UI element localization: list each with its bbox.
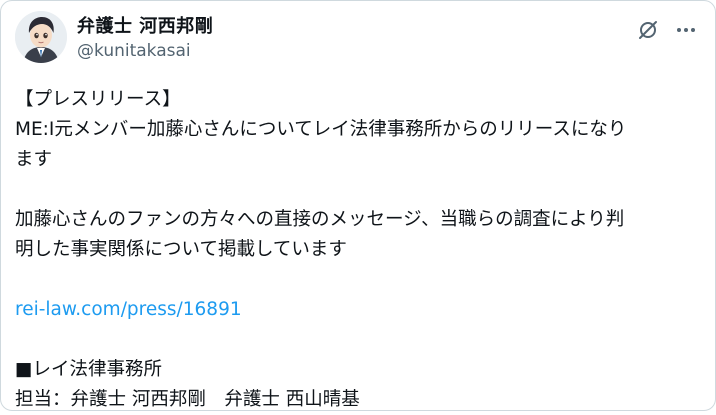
post-card: 弁護士 河西邦剛 @kunitakasai 【プレスリリース】 ME:I元メンバ…	[0, 0, 716, 411]
post-header: 弁護士 河西邦剛 @kunitakasai	[15, 11, 701, 67]
avatar[interactable]	[15, 11, 67, 63]
post-line: 明した事実関係について掲載しています	[15, 239, 347, 260]
more-options-button[interactable]	[671, 17, 701, 47]
author-display-name[interactable]: 弁護士 河西邦剛	[77, 15, 213, 39]
press-release-link[interactable]: rei-law.com/press/16891	[15, 299, 242, 320]
author-handle[interactable]: @kunitakasai	[77, 40, 213, 62]
mute-slash-icon	[636, 18, 660, 46]
post-line: ME:I元メンバー加藤心さんについてレイ法律事務所からのリリースになり	[15, 119, 627, 140]
post-title-line: 【プレスリリース】	[15, 89, 181, 110]
author-names: 弁護士 河西邦剛 @kunitakasai	[77, 15, 213, 62]
post-text: 【プレスリリース】 ME:I元メンバー加藤心さんについてレイ法律事務所からのリリ…	[15, 85, 703, 415]
more-dots-icon	[674, 18, 698, 46]
mute-button[interactable]	[633, 17, 663, 47]
post-line: 加藤心さんのファンの方々への直接のメッセージ、当職らの調査により判	[15, 209, 625, 230]
post-line: ます	[15, 149, 53, 170]
post-line: ■レイ法律事務所	[15, 359, 162, 380]
